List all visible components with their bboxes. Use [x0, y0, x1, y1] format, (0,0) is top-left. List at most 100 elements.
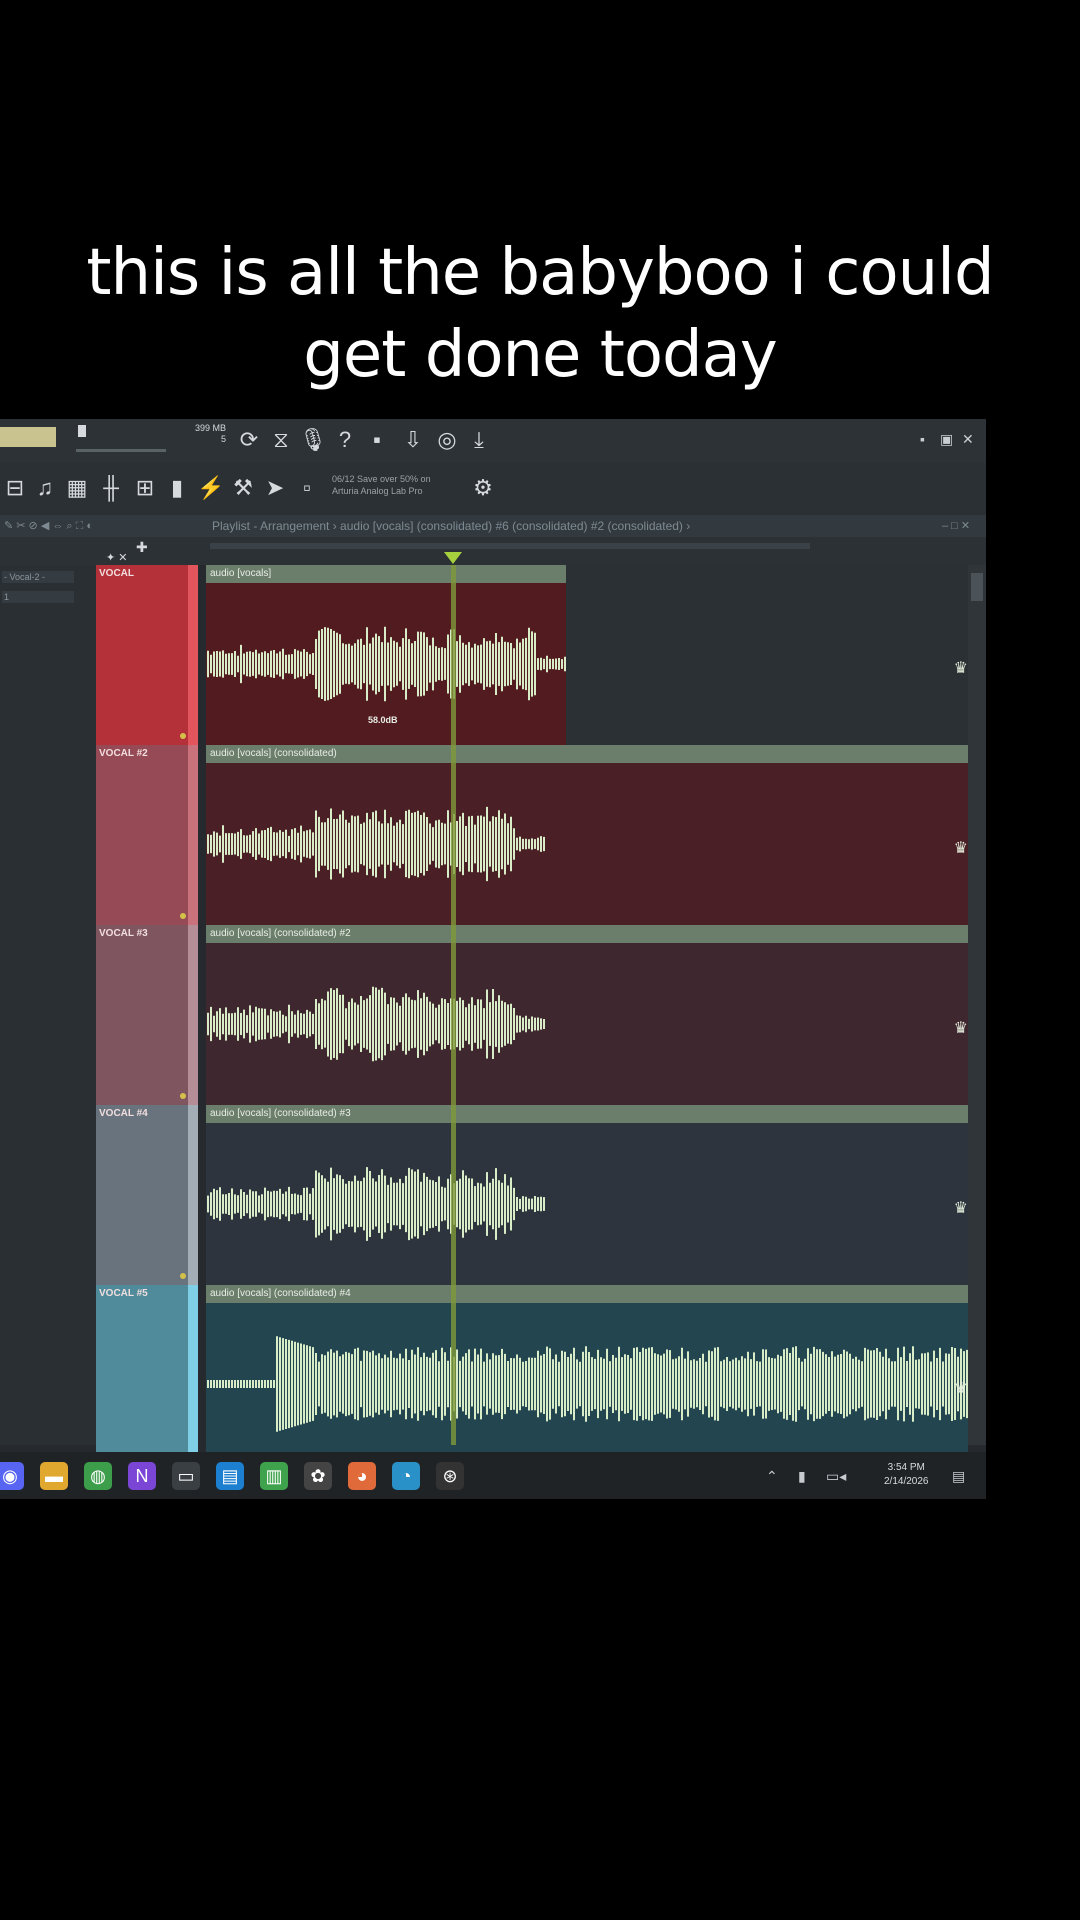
notepad-icon[interactable]: ▤: [216, 1462, 244, 1490]
clip-gain-label: 58.0dB: [368, 715, 398, 725]
zoom-icon[interactable]: ✦ ✕: [106, 551, 128, 564]
scrollbar-thumb[interactable]: [971, 573, 983, 601]
track-lane[interactable]: audio [vocals] (consolidated) #3 ♛: [206, 1105, 968, 1285]
notes-icon[interactable]: ▥: [260, 1462, 288, 1490]
playlist-track[interactable]: VOCAL audio [vocals] 58.0dB ♛: [96, 565, 968, 745]
clip-end-icon: ♛: [953, 660, 968, 677]
browser-icon[interactable]: ⊞: [130, 475, 160, 501]
hourglass-icon[interactable]: ⧖: [266, 427, 296, 453]
piano-roll-icon[interactable]: ♫: [30, 475, 60, 501]
channel-rack-icon[interactable]: ▦: [62, 475, 92, 501]
metronome-icon[interactable]: ⟳: [234, 427, 264, 453]
track-name: VOCAL: [99, 568, 134, 579]
track-name: VOCAL #2: [99, 748, 148, 759]
playlist-tools-icon[interactable]: ✎ ✂ ⊘ ◀ ⇔ ⌕ ⛶ ◐: [4, 515, 93, 537]
picker-item[interactable]: 1: [2, 591, 74, 603]
chrome-icon[interactable]: ◍: [84, 1462, 112, 1490]
playlist-window-controls-icon[interactable]: – □ ✕: [942, 515, 970, 537]
track-name: VOCAL #5: [99, 1288, 148, 1299]
microphone-tray-icon[interactable]: ▮: [798, 1468, 806, 1485]
track-lane[interactable]: audio [vocals] (consolidated) #2 ♛: [206, 925, 968, 1105]
restore-icon[interactable]: ▣: [940, 431, 953, 448]
track-led-icon[interactable]: [180, 733, 186, 739]
track-color-bar[interactable]: [188, 565, 198, 745]
caption-line-1: this is all the babyboo i could: [86, 236, 994, 310]
waveform: [207, 806, 545, 882]
download-icon[interactable]: ⤓: [464, 427, 494, 453]
help-icon[interactable]: ?: [330, 427, 360, 453]
folder-icon[interactable]: ▬: [40, 1462, 68, 1490]
pattern-icon[interactable]: [78, 425, 86, 437]
save-icon[interactable]: ▪: [362, 427, 392, 453]
playlist-title-bar: ✎ ✂ ⊘ ◀ ⇔ ⌕ ⛶ ◐ Playlist - Arrangement ›…: [0, 515, 986, 537]
tray-expand-icon[interactable]: ⌃: [766, 1468, 778, 1485]
track-led-icon[interactable]: [180, 1273, 186, 1279]
caption-line-2: get done today: [303, 318, 777, 392]
audio-clip-header[interactable]: audio [vocals] (consolidated): [206, 745, 968, 763]
timeline-scrollbar[interactable]: [210, 543, 810, 549]
mixer-icon[interactable]: ⊟: [0, 475, 30, 501]
edge-icon[interactable]: ◔: [392, 1462, 420, 1490]
track-color-bar[interactable]: [188, 1105, 198, 1285]
mic-icon[interactable]: 🎙: [298, 427, 328, 453]
track-name: VOCAL #3: [99, 928, 148, 939]
track-name: VOCAL #4: [99, 1108, 148, 1119]
plugin-icon[interactable]: ⚡: [196, 475, 226, 501]
song-position-display[interactable]: [0, 427, 56, 447]
main-toolbar: 399 MB 5 ⟳ ⧖ 🎙 ? ▪ ⇩ ◎ ⤓ ▪ ▣ ✕: [0, 419, 986, 463]
file-icon[interactable]: ▮: [162, 475, 192, 501]
audio-clip-header[interactable]: audio [vocals] (consolidated) #4: [206, 1285, 968, 1303]
audio-clip-header[interactable]: audio [vocals] (consolidated) #2: [206, 925, 968, 943]
visual-studio-icon[interactable]: N: [128, 1462, 156, 1490]
equalizer-icon[interactable]: ╫: [96, 475, 126, 501]
touch-icon[interactable]: ▫: [292, 475, 322, 501]
close-icon[interactable]: ✕: [962, 431, 974, 448]
track-color-bar[interactable]: [188, 745, 198, 925]
vertical-scrollbar[interactable]: [968, 565, 986, 1445]
playlist-track[interactable]: VOCAL #4 audio [vocals] (consolidated) #3…: [96, 1105, 968, 1285]
master-volume-slider[interactable]: [76, 449, 166, 452]
playhead[interactable]: [451, 565, 456, 1445]
picker-panel: - Vocal-2 - 1: [0, 565, 96, 1445]
minimize-icon[interactable]: ▪: [920, 431, 925, 447]
track-header[interactable]: VOCAL #4: [96, 1105, 198, 1285]
track-color-bar[interactable]: [188, 1285, 198, 1465]
timeline-ruler[interactable]: ✚ ✦ ✕: [0, 537, 986, 565]
playlist-track[interactable]: VOCAL #2 audio [vocals] (consolidated) ♛: [96, 745, 968, 925]
clip-end-icon: ♛: [953, 1200, 968, 1217]
notification-icon[interactable]: ▤: [952, 1468, 965, 1485]
track-header[interactable]: VOCAL #5: [96, 1285, 198, 1465]
fl-studio-icon[interactable]: ✿: [304, 1462, 332, 1490]
track-color-bar[interactable]: [188, 925, 198, 1105]
snap-icon[interactable]: ✚: [136, 539, 148, 556]
clip-end-icon: ♛: [953, 1020, 968, 1037]
paint-icon[interactable]: ◕: [348, 1462, 376, 1490]
settings-icon[interactable]: ⚙: [468, 475, 498, 501]
audio-clip-header[interactable]: audio [vocals] (consolidated) #3: [206, 1105, 968, 1123]
audio-clip-header[interactable]: audio [vocals]: [206, 565, 566, 583]
steam-icon[interactable]: ⊛: [436, 1462, 464, 1490]
export-icon[interactable]: ⇩: [398, 427, 428, 453]
network-icon[interactable]: ▭◂: [826, 1468, 846, 1485]
arrow-icon[interactable]: ➤: [260, 475, 290, 501]
cpu-meter: 399 MB 5: [194, 423, 226, 444]
system-clock[interactable]: 3:54 PM 2/14/2026: [884, 1461, 929, 1489]
playhead-marker-icon[interactable]: [444, 552, 462, 564]
waveform: [207, 1167, 545, 1241]
track-header[interactable]: VOCAL #3: [96, 925, 198, 1105]
track-lane[interactable]: audio [vocals] (consolidated) ♛: [206, 745, 968, 925]
wrench-icon[interactable]: ⚒: [228, 475, 258, 501]
news-promo[interactable]: 06/12 Save over 50% on Arturia Analog Lab…: [332, 473, 431, 497]
track-header[interactable]: VOCAL: [96, 565, 198, 745]
discord-icon[interactable]: ◉: [0, 1462, 24, 1490]
track-lane[interactable]: audio [vocals] 58.0dB ♛: [206, 565, 968, 745]
terminal-icon[interactable]: ▭: [172, 1462, 200, 1490]
playlist-track[interactable]: VOCAL #3 audio [vocals] (consolidated) #2…: [96, 925, 968, 1105]
track-header[interactable]: VOCAL #2: [96, 745, 198, 925]
track-lane[interactable]: audio [vocals] (consolidated) #4 ♛: [206, 1285, 968, 1465]
track-led-icon[interactable]: [180, 1093, 186, 1099]
track-led-icon[interactable]: [180, 913, 186, 919]
playlist-track[interactable]: VOCAL #5 audio [vocals] (consolidated) #4…: [96, 1285, 968, 1465]
pattern-selector[interactable]: - Vocal-2 -: [2, 571, 74, 583]
chat-icon[interactable]: ◎: [432, 427, 462, 453]
